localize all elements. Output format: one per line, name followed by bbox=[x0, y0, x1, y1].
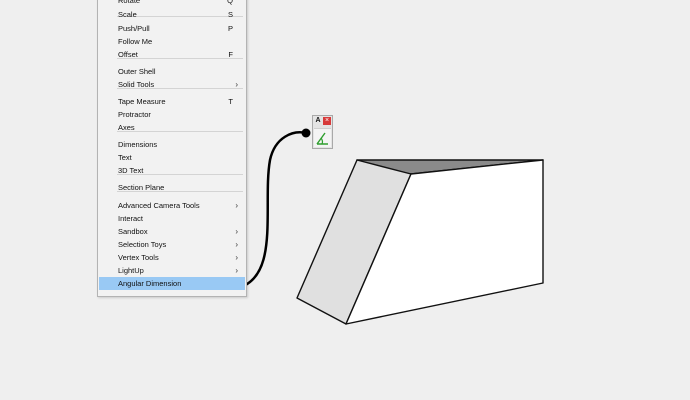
menu-item-selection-toys[interactable]: Selection Toys › bbox=[99, 238, 245, 251]
menu-item-text[interactable]: Text bbox=[99, 151, 245, 164]
menu-item-label: Follow Me bbox=[118, 37, 153, 46]
submenu-arrow-icon: › bbox=[235, 240, 238, 249]
menu-item-label: Axes bbox=[118, 123, 135, 132]
menu-item-angular-dimension[interactable]: Angular Dimension bbox=[99, 277, 245, 290]
menu-item-label: Selection Toys bbox=[118, 240, 167, 249]
menu-item-label: Sandbox bbox=[118, 227, 148, 236]
menu-item-shortcut: Q bbox=[227, 0, 233, 5]
menu-item-section-plane[interactable]: Section Plane bbox=[99, 181, 245, 194]
menu-item-vertex-tools[interactable]: Vertex Tools › bbox=[99, 251, 245, 264]
menu-item-push-pull[interactable]: Push/Pull P bbox=[99, 22, 245, 35]
toolbar-close-button[interactable]: × bbox=[323, 117, 331, 125]
3d-solid-model[interactable] bbox=[296, 159, 544, 325]
menu-item-label: Rotate bbox=[118, 0, 141, 5]
angular-dimension-tool-button[interactable] bbox=[314, 128, 331, 147]
menu-item-label: Push/Pull bbox=[118, 24, 150, 33]
submenu-arrow-icon: › bbox=[235, 253, 238, 262]
menu-item-label: Scale bbox=[118, 10, 137, 19]
menu-item-shortcut: S bbox=[227, 10, 233, 19]
menu-item-sandbox[interactable]: Sandbox › bbox=[99, 225, 245, 238]
menu-item-label: Dimensions bbox=[118, 140, 158, 149]
menu-item-label: Outer Shell bbox=[118, 67, 156, 76]
toolbar-title: A bbox=[315, 117, 321, 124]
menu-item-label: Text bbox=[118, 153, 132, 162]
angular-dimension-icon bbox=[316, 132, 328, 145]
callout-dot-end bbox=[301, 128, 311, 138]
menu-item-label: Vertex Tools bbox=[118, 253, 159, 262]
menu-item-label: Offset bbox=[118, 50, 138, 59]
menu-item-follow-me[interactable]: Follow Me bbox=[99, 35, 245, 48]
menu-item-dimensions[interactable]: Dimensions bbox=[99, 138, 245, 151]
tools-menu: Rotate Q Scale S Push/Pull P Follow Me Offset F O… bbox=[97, 0, 247, 297]
submenu-arrow-icon: › bbox=[235, 266, 238, 275]
menu-item-protractor[interactable]: Protractor bbox=[99, 108, 245, 121]
submenu-arrow-icon: › bbox=[235, 80, 238, 89]
menu-item-label: Angular Dimension bbox=[118, 279, 182, 288]
menu-item-solid-tools[interactable]: Solid Tools › bbox=[99, 78, 245, 91]
angular-dimension-toolbar: A × bbox=[312, 115, 333, 149]
menu-item-label: Advanced Camera Tools bbox=[118, 201, 200, 210]
menu-item-rotate[interactable]: Rotate Q bbox=[99, 0, 245, 7]
menu-item-scale[interactable]: Scale S bbox=[99, 8, 245, 21]
menu-item-label: Tape Measure bbox=[118, 97, 166, 106]
menu-item-axes[interactable]: Axes bbox=[99, 121, 245, 134]
menu-item-label: Solid Tools bbox=[118, 80, 155, 89]
menu-item-shortcut: F bbox=[228, 50, 233, 59]
menu-item-label: LightUp bbox=[118, 266, 144, 275]
submenu-arrow-icon: › bbox=[235, 201, 238, 210]
menu-item-interact[interactable]: Interact bbox=[99, 212, 245, 225]
submenu-arrow-icon: › bbox=[235, 227, 238, 236]
menu-item-label: 3D Text bbox=[118, 166, 144, 175]
menu-item-offset[interactable]: Offset F bbox=[99, 48, 245, 61]
menu-item-shortcut: T bbox=[228, 97, 233, 106]
menu-item-label: Section Plane bbox=[118, 183, 165, 192]
menu-item-advanced-camera-tools[interactable]: Advanced Camera Tools › bbox=[99, 199, 245, 212]
menu-item-outer-shell[interactable]: Outer Shell bbox=[99, 65, 245, 78]
menu-item-3d-text[interactable]: 3D Text bbox=[99, 164, 245, 177]
menu-item-tape-measure[interactable]: Tape Measure T bbox=[99, 95, 245, 108]
menu-item-lightup[interactable]: LightUp › bbox=[99, 264, 245, 277]
menu-item-label: Protractor bbox=[118, 110, 151, 119]
menu-item-label: Interact bbox=[118, 214, 144, 223]
menu-item-shortcut: P bbox=[227, 24, 233, 33]
